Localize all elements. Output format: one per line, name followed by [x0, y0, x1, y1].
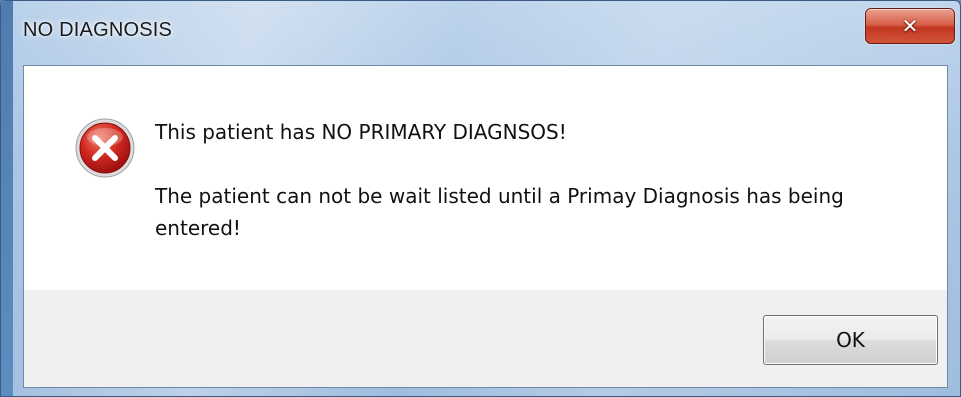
- dialog-window: NO DIAGNOSIS ✕ This patient has NO PRIMA…: [0, 0, 961, 397]
- message-line-1: This patient has NO PRIMARY DIAGNSOS!: [155, 120, 567, 144]
- ok-button[interactable]: OK: [763, 315, 938, 365]
- error-icon: [75, 118, 135, 178]
- close-button[interactable]: ✕: [865, 8, 955, 44]
- dialog-client-area: This patient has NO PRIMARY DIAGNSOS! Th…: [23, 65, 948, 388]
- close-icon: ✕: [901, 14, 919, 38]
- message-area: This patient has NO PRIMARY DIAGNSOS! Th…: [24, 66, 947, 290]
- dialog-title: NO DIAGNOSIS: [23, 19, 173, 41]
- message-line-2: The patient can not be wait listed until…: [155, 184, 844, 240]
